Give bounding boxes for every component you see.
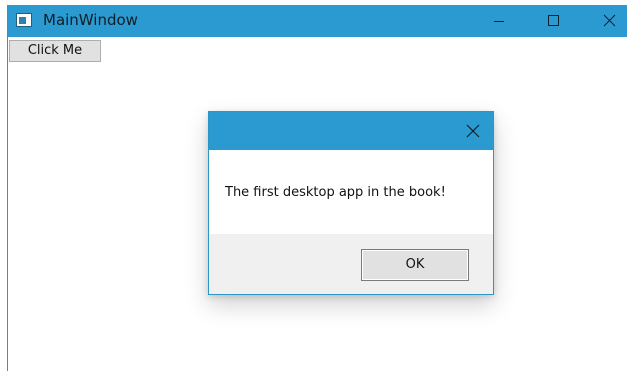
click-me-button[interactable]: Click Me: [9, 40, 101, 62]
close-icon: [466, 124, 480, 138]
dialog-close-button[interactable]: [461, 119, 485, 143]
window-title: MainWindow: [43, 11, 138, 29]
dialog-footer: OK: [209, 234, 493, 294]
minimize-icon: [494, 21, 504, 22]
ok-button[interactable]: OK: [361, 249, 469, 281]
app-icon-mark: [19, 17, 26, 24]
close-icon: [603, 14, 616, 27]
maximize-button[interactable]: [530, 5, 576, 37]
app-icon: [16, 13, 32, 27]
minimize-button[interactable]: [476, 5, 522, 37]
close-button[interactable]: [586, 5, 627, 37]
dialog-titlebar[interactable]: [209, 112, 493, 150]
maximize-icon: [548, 15, 559, 26]
dialog-message: The first desktop app in the book!: [225, 185, 446, 200]
dialog-body: The first desktop app in the book!: [209, 150, 493, 234]
window-titlebar[interactable]: MainWindow: [8, 5, 627, 37]
message-dialog: The first desktop app in the book! OK: [208, 111, 494, 295]
